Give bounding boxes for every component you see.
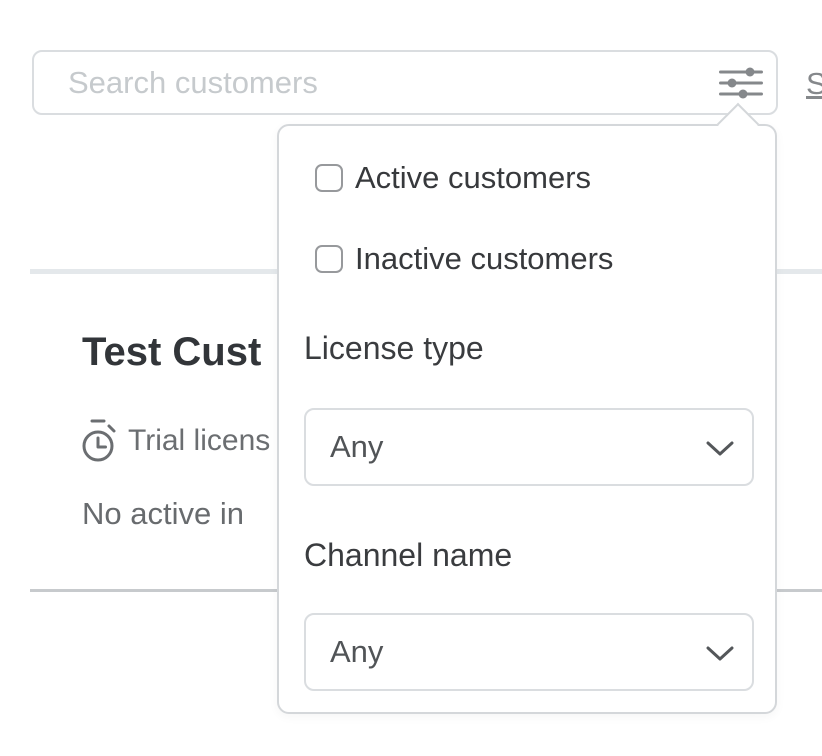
sliders-icon (719, 66, 763, 100)
filter-popover: Active customers Inactive customers Lice… (277, 124, 777, 714)
license-type-label: License type (304, 330, 484, 367)
channel-name-label: Channel name (304, 537, 512, 574)
active-customers-label: Active customers (355, 160, 591, 196)
customer-license-row: Trial licens (79, 417, 270, 465)
channel-name-select[interactable]: Any (304, 613, 754, 691)
search-bar (32, 50, 778, 115)
customer-name: Test Cust (82, 330, 261, 375)
checkbox-row-active-customers[interactable]: Active customers (315, 160, 591, 196)
channel-name-value: Any (330, 634, 383, 670)
chevron-down-icon (706, 441, 734, 457)
inactive-customers-checkbox[interactable] (315, 245, 343, 273)
stopwatch-icon (79, 417, 117, 465)
clipped-right-link[interactable]: S (806, 66, 822, 102)
checkbox-row-inactive-customers[interactable]: Inactive customers (315, 241, 613, 277)
customer-installs-text: No active in (82, 496, 244, 532)
customer-license-text: Trial licens (128, 424, 270, 458)
inactive-customers-label: Inactive customers (355, 241, 613, 277)
active-customers-checkbox[interactable] (315, 164, 343, 192)
license-type-value: Any (330, 429, 383, 465)
chevron-down-icon (706, 646, 734, 662)
filter-button[interactable] (712, 52, 776, 113)
license-type-select[interactable]: Any (304, 408, 754, 486)
search-input[interactable] (34, 52, 712, 113)
